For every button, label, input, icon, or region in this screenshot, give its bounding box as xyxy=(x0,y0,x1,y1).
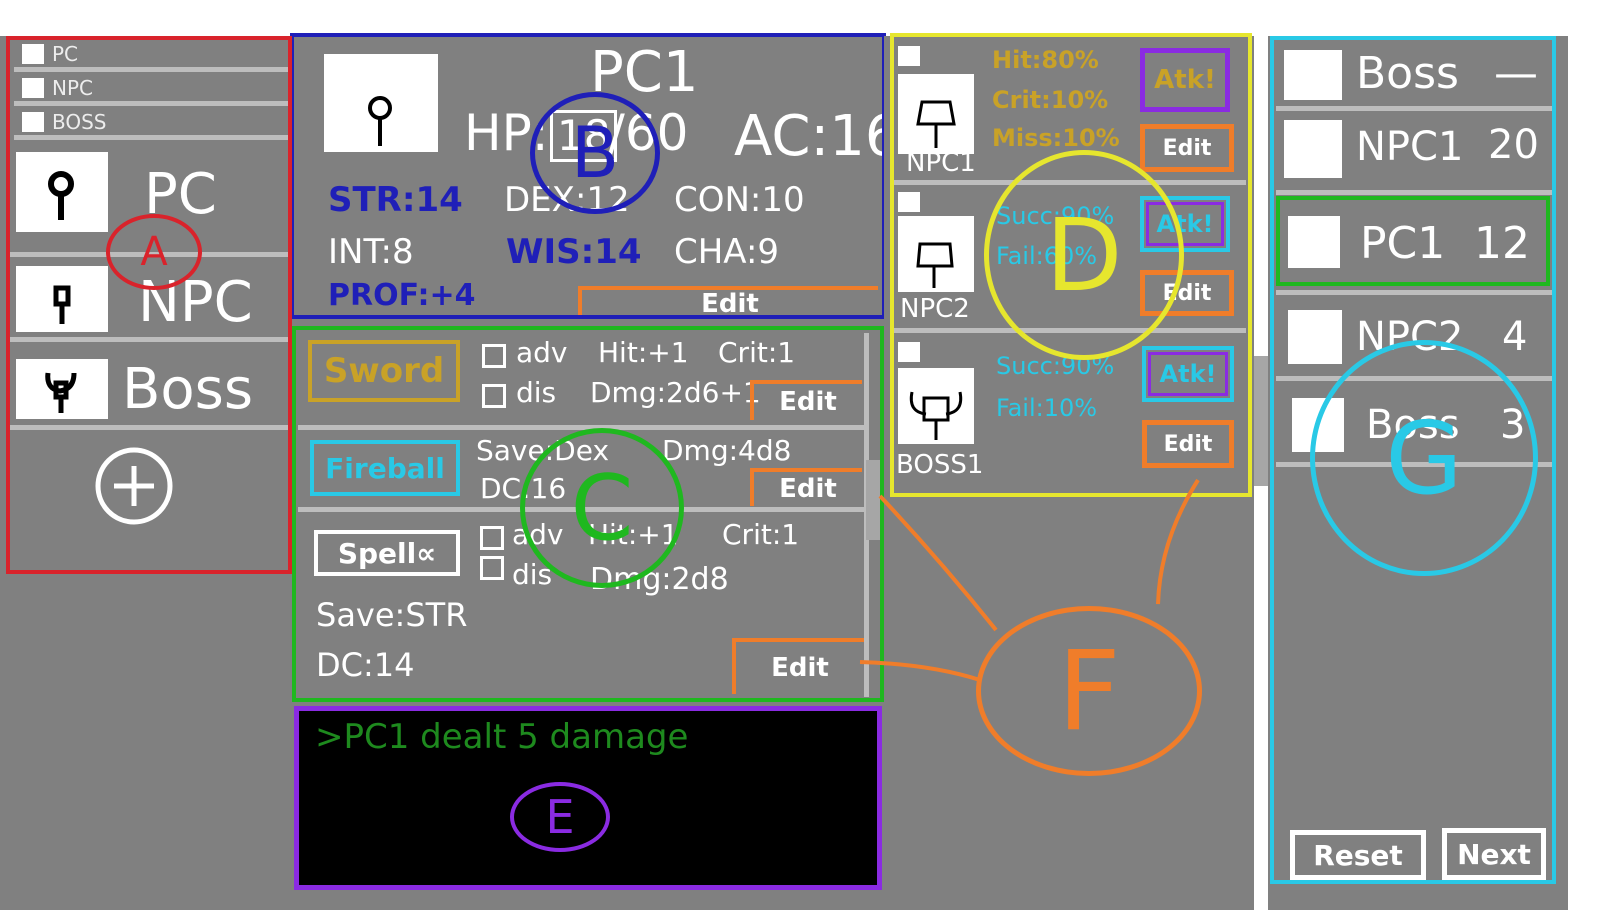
character-annotation: B xyxy=(530,92,660,214)
log-line: >PC1 dealt 5 damage xyxy=(315,717,689,757)
annotation-label: G xyxy=(1385,399,1463,517)
annotation-label: D xyxy=(1045,196,1123,314)
annotation-label: A xyxy=(140,229,168,275)
targets-scrollbar[interactable] xyxy=(1254,356,1268,486)
sidebar-outline xyxy=(6,36,292,574)
annotation-label: B xyxy=(570,112,620,194)
initiative-annotation: G xyxy=(1310,340,1538,576)
annotation-label: F xyxy=(1057,627,1121,755)
targets-annotation: D xyxy=(984,150,1184,360)
actions-annotation: C xyxy=(520,428,684,588)
annotation-label: E xyxy=(545,790,575,844)
annotation-label: C xyxy=(570,455,634,561)
sidebar-annotation: A xyxy=(106,214,202,290)
log-annotation: E xyxy=(510,782,610,852)
edit-buttons-annotation: F xyxy=(976,606,1202,776)
